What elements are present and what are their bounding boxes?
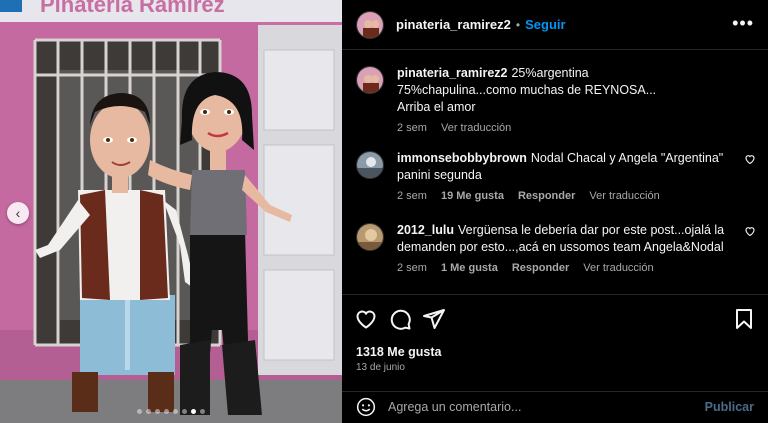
post-date: 13 de junio (356, 362, 405, 373)
separator-dot: • (515, 17, 521, 32)
carousel-dot (137, 409, 142, 414)
comment-text: pinateria_ramirez2 25%argentina 75%chapul… (397, 65, 737, 116)
see-translation-link[interactable]: Ver traducción (589, 190, 659, 202)
comment-line: panini segunda (397, 168, 482, 182)
comment-icon[interactable] (388, 307, 412, 331)
comment-text: immonsebobbybrown Nodal Chacal y Angela "… (397, 150, 737, 184)
publish-button[interactable]: Publicar (705, 400, 754, 414)
carousel-dot (164, 409, 169, 414)
comment-line: Vergüensa le debería dar por este post..… (457, 223, 725, 237)
post-side-panel: pinateria_ramirez2 • Seguir ••• pinateri… (342, 0, 768, 423)
avatar[interactable] (356, 66, 384, 94)
follow-button[interactable]: Seguir (525, 17, 565, 32)
reply-button[interactable]: Responder (518, 190, 575, 202)
comment-time[interactable]: 2 sem (397, 262, 427, 274)
comment-meta: 2 sem Ver traducción (397, 122, 737, 134)
carousel-prev-button[interactable]: ‹ (7, 202, 29, 224)
post-media: Pinatería Ramírez ‹ (0, 0, 342, 423)
post-header: pinateria_ramirez2 • Seguir ••• (342, 0, 768, 50)
likes-count[interactable]: 1318 Me gusta (356, 345, 441, 359)
bookmark-icon[interactable] (732, 307, 756, 331)
carousel-dots (0, 409, 342, 414)
caption-comment: pinateria_ramirez2 25%argentina 75%chapul… (356, 65, 756, 134)
comment-line: Arriba el amor (397, 100, 476, 114)
carousel-dot (146, 409, 151, 414)
avatar[interactable] (356, 151, 384, 179)
reply-button[interactable]: Responder (512, 262, 569, 274)
comment-likes[interactable]: 19 Me gusta (441, 190, 504, 202)
comment-item: 2012_lulu Vergüensa le debería dar por es… (356, 222, 756, 274)
comment-time[interactable]: 2 sem (397, 122, 427, 134)
post-actions: 1318 Me gusta 13 de junio (342, 294, 768, 392)
carousel-dot (200, 409, 205, 414)
see-translation-link[interactable]: Ver traducción (583, 262, 653, 274)
more-options-icon[interactable]: ••• (732, 14, 754, 32)
comment-line: demanden por esto...,acá en ussomos team… (397, 240, 724, 254)
comment-input[interactable] (388, 395, 688, 419)
comment-text: 2012_lulu Vergüensa le debería dar por es… (397, 222, 737, 256)
see-translation-link[interactable]: Ver traducción (441, 122, 511, 134)
comment-line: 25%argentina (511, 66, 589, 80)
comment-username[interactable]: 2012_lulu (397, 223, 454, 237)
share-icon[interactable] (422, 307, 446, 331)
avatar[interactable] (356, 10, 384, 39)
carousel-dot (182, 409, 187, 414)
comment-likes[interactable]: 1 Me gusta (441, 262, 498, 274)
sign-text: Pinatería Ramírez (40, 0, 225, 17)
emoji-icon[interactable] (356, 397, 376, 417)
carousel-dot (155, 409, 160, 414)
post-photo: Pinatería Ramírez (0, 0, 342, 423)
carousel-dot (173, 409, 178, 414)
comment-meta: 2 sem 1 Me gusta Responder Ver traducció… (397, 262, 737, 274)
comment-line: Nodal Chacal y Angela "Argentina" (530, 151, 724, 165)
post-author-username[interactable]: pinateria_ramirez2 (396, 17, 511, 32)
comment-item: immonsebobbybrown Nodal Chacal y Angela "… (356, 150, 756, 202)
comment-username[interactable]: pinateria_ramirez2 (397, 66, 507, 80)
comment-time[interactable]: 2 sem (397, 190, 427, 202)
comment-composer: Publicar (342, 391, 768, 423)
comment-username[interactable]: immonsebobbybrown (397, 151, 527, 165)
carousel-dot-active (191, 409, 196, 414)
heart-icon[interactable] (354, 307, 378, 331)
comment-heart-icon[interactable] (744, 225, 756, 237)
comments-list[interactable]: pinateria_ramirez2 25%argentina 75%chapul… (342, 50, 768, 294)
comment-meta: 2 sem 19 Me gusta Responder Ver traducci… (397, 190, 737, 202)
comment-heart-icon[interactable] (744, 153, 756, 165)
comment-line: 75%chapulina...como muchas de REYNOSA... (397, 83, 657, 97)
avatar[interactable] (356, 223, 384, 251)
